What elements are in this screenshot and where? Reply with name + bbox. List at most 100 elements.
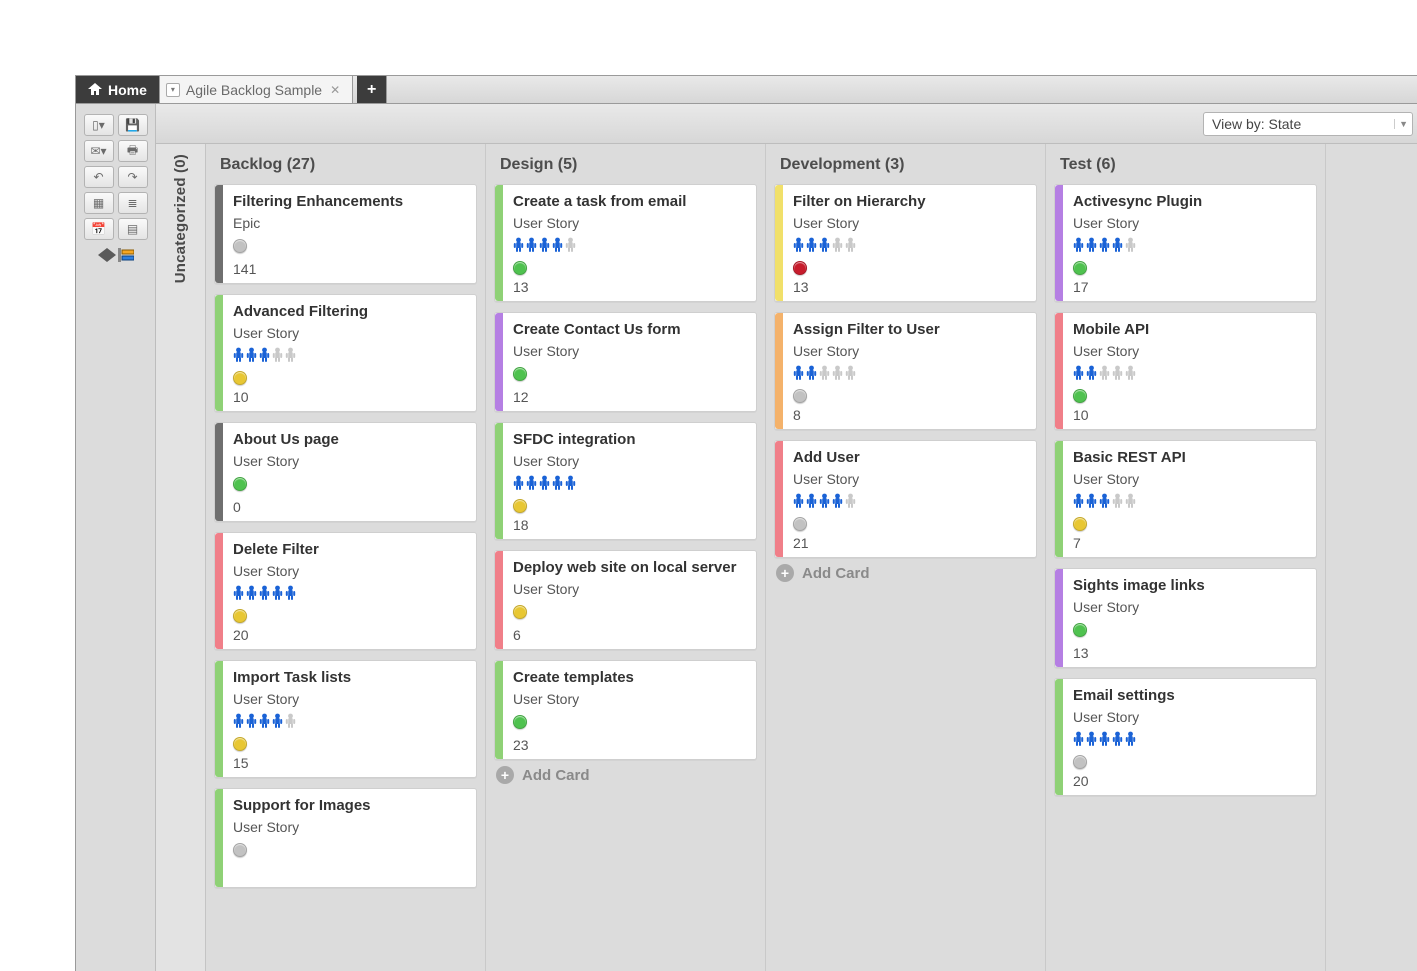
- redo-button[interactable]: ↷: [118, 166, 148, 188]
- file-icon: ▯▾: [92, 118, 105, 132]
- person-icon: [832, 365, 843, 381]
- kanban-card[interactable]: Assign Filter to UserUser Story8: [774, 312, 1037, 430]
- kanban-card[interactable]: Create a task from emailUser Story13: [494, 184, 757, 302]
- kanban-card[interactable]: Email settingsUser Story20: [1054, 678, 1317, 796]
- person-icon: [793, 493, 804, 509]
- card-points: 0: [233, 499, 466, 515]
- person-icon: [1099, 237, 1110, 253]
- board-column: Design (5)Create a task from emailUser S…: [486, 144, 766, 971]
- calendar-icon: 📅: [91, 222, 106, 236]
- person-icon: [513, 475, 524, 491]
- card-status-dot: [793, 261, 807, 275]
- card-body: Support for ImagesUser Story: [223, 789, 476, 887]
- person-icon: [565, 237, 576, 253]
- mail-button[interactable]: ✉▾: [84, 140, 114, 162]
- grid-icon: ▦: [93, 196, 104, 210]
- card-view-button[interactable]: ▤: [118, 218, 148, 240]
- person-icon: [845, 365, 856, 381]
- card-points: 17: [1073, 279, 1306, 295]
- view-by-dropdown[interactable]: View by: State ▼: [1203, 112, 1413, 136]
- card-type: User Story: [1073, 599, 1306, 615]
- person-icon: [246, 347, 257, 363]
- add-card-button[interactable]: +Add Card: [494, 760, 757, 790]
- kanban-card[interactable]: Create Contact Us formUser Story12: [494, 312, 757, 412]
- add-card-button[interactable]: +Add Card: [774, 558, 1037, 588]
- card-status-dot: [513, 261, 527, 275]
- kanban-card[interactable]: Filter on HierarchyUser Story13: [774, 184, 1037, 302]
- calendar-view-button[interactable]: 📅: [84, 218, 114, 240]
- person-icon: [246, 585, 257, 601]
- card-title: Filter on Hierarchy: [793, 193, 1026, 211]
- card-points: 8: [793, 407, 1026, 423]
- plus-circle-icon: +: [776, 564, 794, 582]
- kanban-card[interactable]: About Us pageUser Story0: [214, 422, 477, 522]
- person-icon: [832, 493, 843, 509]
- person-icon: [1086, 731, 1097, 747]
- card-points: 20: [1073, 773, 1306, 789]
- card-stripe: [775, 441, 783, 557]
- person-icon: [285, 713, 296, 729]
- gantt-view-button[interactable]: ≣: [118, 192, 148, 214]
- card-points: 6: [513, 627, 746, 643]
- kanban-card[interactable]: Basic REST APIUser Story7: [1054, 440, 1317, 558]
- kanban-card[interactable]: Activesync PluginUser Story17: [1054, 184, 1317, 302]
- card-title: Support for Images: [233, 797, 466, 815]
- uncategorized-lane[interactable]: Uncategorized (0): [156, 144, 206, 971]
- card-points: 21: [793, 535, 1026, 551]
- add-card-label: Add Card: [522, 767, 590, 784]
- card-status-dot: [233, 737, 247, 751]
- card-title: Deploy web site on local server: [513, 559, 746, 577]
- kanban-card[interactable]: Advanced FilteringUser Story10: [214, 294, 477, 412]
- kanban-card[interactable]: Filtering EnhancementsEpic141: [214, 184, 477, 284]
- person-icon: [552, 237, 563, 253]
- close-icon[interactable]: ✕: [328, 83, 342, 97]
- kanban-card[interactable]: Delete FilterUser Story20: [214, 532, 477, 650]
- card-points: 10: [1073, 407, 1306, 423]
- column-header: Test (6): [1054, 144, 1317, 184]
- chevron-down-icon[interactable]: ▾: [166, 83, 180, 97]
- column-header: Design (5): [494, 144, 757, 184]
- kanban-card[interactable]: Sights image linksUser Story13: [1054, 568, 1317, 668]
- person-icon: [285, 585, 296, 601]
- print-button[interactable]: 🖶: [118, 140, 148, 162]
- kanban-card[interactable]: Create templatesUser Story23: [494, 660, 757, 760]
- card-type: User Story: [513, 691, 746, 707]
- person-icon: [552, 475, 563, 491]
- view-toolbar: View by: State ▼: [156, 104, 1417, 144]
- person-icon: [513, 237, 524, 253]
- person-icon: [1086, 237, 1097, 253]
- card-stripe: [495, 423, 503, 539]
- person-icon: [526, 475, 537, 491]
- new-file-button[interactable]: ▯▾: [84, 114, 114, 136]
- kanban-card[interactable]: SFDC integrationUser Story18: [494, 422, 757, 540]
- person-icon: [565, 475, 576, 491]
- undo-button[interactable]: ↶: [84, 166, 114, 188]
- card-stripe: [1055, 313, 1063, 429]
- diamond-icon: [98, 248, 116, 262]
- card-stripe: [495, 551, 503, 649]
- person-icon: [1073, 365, 1084, 381]
- kanban-card[interactable]: Mobile APIUser Story10: [1054, 312, 1317, 430]
- home-icon: [88, 82, 102, 98]
- person-icon: [1086, 493, 1097, 509]
- new-tab-button[interactable]: +: [357, 76, 387, 103]
- person-icon: [1073, 493, 1084, 509]
- card-status-dot: [513, 499, 527, 513]
- kanban-card[interactable]: Support for ImagesUser Story: [214, 788, 477, 888]
- kanban-card[interactable]: Add UserUser Story21: [774, 440, 1037, 558]
- save-button[interactable]: 💾: [118, 114, 148, 136]
- chevron-down-icon: ▼: [1394, 119, 1408, 129]
- card-points: 7: [1073, 535, 1306, 551]
- person-icon: [233, 347, 244, 363]
- grid-view-button[interactable]: ▦: [84, 192, 114, 214]
- board-column: Development (3)Filter on HierarchyUser S…: [766, 144, 1046, 971]
- card-title: Sights image links: [1073, 577, 1306, 595]
- person-icon: [539, 237, 550, 253]
- kanban-card[interactable]: Import Task listsUser Story15: [214, 660, 477, 778]
- card-body: Create a task from emailUser Story13: [503, 185, 756, 301]
- tab-document[interactable]: ▾ Agile Backlog Sample ✕: [160, 76, 353, 103]
- card-stripe: [1055, 441, 1063, 557]
- card-type: User Story: [513, 215, 746, 231]
- tab-home[interactable]: Home: [76, 76, 160, 103]
- kanban-card[interactable]: Deploy web site on local serverUser Stor…: [494, 550, 757, 650]
